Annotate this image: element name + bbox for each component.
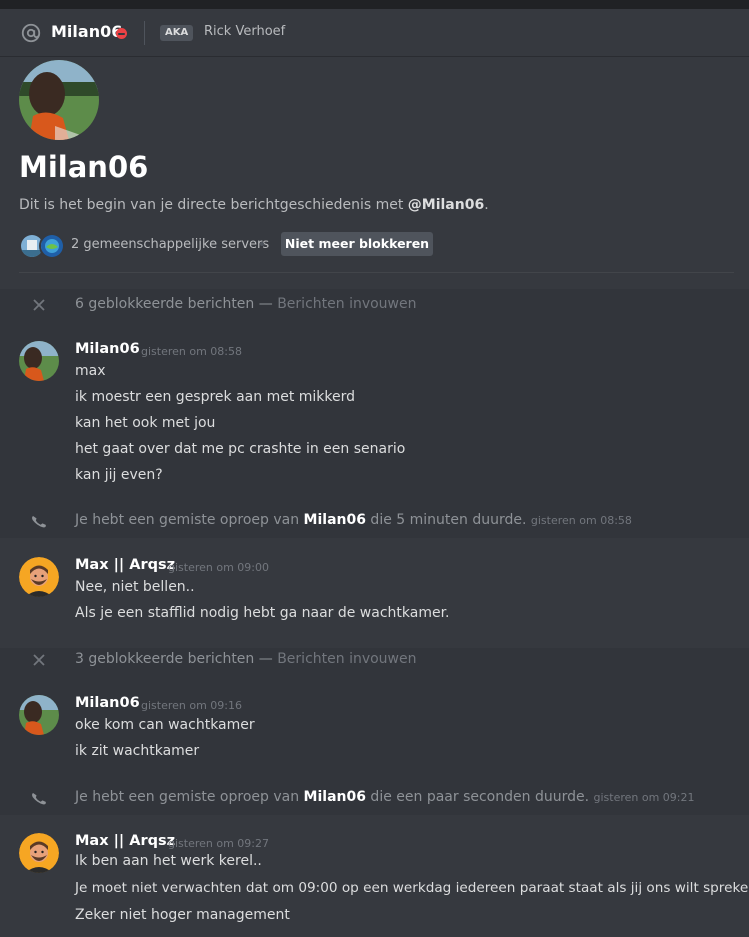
close-icon[interactable] xyxy=(32,653,46,667)
blocked-messages-row[interactable]: 6 geblokkeerde berichten — Berichten inv… xyxy=(0,290,749,320)
message-text: Als je een stafflid nodig hebt ga naar d… xyxy=(75,605,450,621)
message-group: Milan06 gisteren om 08:58 max ik moestr … xyxy=(0,335,749,495)
message-group: Max || Arqsz gisteren om 09:27 Ik ben aa… xyxy=(0,827,749,937)
unblock-button[interactable]: Niet meer blokkeren xyxy=(281,232,433,256)
message-text: ik moestr een gesprek aan met mikkerd xyxy=(75,389,356,405)
avatar[interactable] xyxy=(19,833,59,873)
message-text: het gaat over dat me pc crashte in een s… xyxy=(75,441,406,457)
call-timestamp: gisteren om 08:58 xyxy=(530,514,632,527)
intro-description: Dit is het begin van je directe berichtg… xyxy=(19,197,489,213)
close-icon[interactable] xyxy=(32,298,46,312)
message-author[interactable]: Max || Arqsz xyxy=(75,833,175,849)
dot-separator xyxy=(260,242,264,246)
message-text: oke kom can wachtkamer xyxy=(75,717,255,733)
call-prefix: Je hebt een gemiste oproep van xyxy=(75,789,304,805)
message-text: kan het ook met jou xyxy=(75,415,216,431)
message-group: Max || Arqsz gisteren om 09:00 Nee, niet… xyxy=(0,551,749,641)
server-icon[interactable] xyxy=(39,233,65,259)
message-timestamp: gisteren om 09:16 xyxy=(141,699,243,712)
intro-mention[interactable]: @Milan06 xyxy=(408,197,484,213)
aka-name: Rick Verhoef xyxy=(204,24,286,39)
phone-missed-icon xyxy=(32,515,46,528)
message-timestamp: gisteren om 09:00 xyxy=(168,561,270,574)
missed-call-text: Je hebt een gemiste oproep van Milan06 d… xyxy=(75,789,695,805)
header-username[interactable]: Milan06 xyxy=(51,22,122,41)
mutual-server-icons[interactable] xyxy=(19,233,65,259)
intro-desc-suffix: . xyxy=(484,197,489,213)
call-suffix: die 5 minuten duurde. xyxy=(365,512,527,528)
intro-divider xyxy=(19,272,734,273)
blocked-messages-text: 6 geblokkeerde berichten — Berichten inv… xyxy=(75,296,417,312)
call-user[interactable]: Milan06 xyxy=(304,789,366,805)
mutual-servers-text[interactable]: 2 gemeenschappelijke servers xyxy=(71,237,269,252)
avatar[interactable] xyxy=(19,341,59,381)
message-text: kan jij even? xyxy=(75,467,163,483)
message-timestamp: gisteren om 09:27 xyxy=(168,837,270,850)
call-timestamp: gisteren om 09:21 xyxy=(593,791,695,804)
profile-avatar[interactable] xyxy=(19,60,99,140)
message-author[interactable]: Max || Arqsz xyxy=(75,557,175,573)
message-text: max xyxy=(75,363,106,379)
avatar[interactable] xyxy=(19,557,59,597)
avatar[interactable] xyxy=(19,695,59,735)
call-suffix: die een paar seconden duurde. xyxy=(365,789,590,805)
message-author[interactable]: Milan06 xyxy=(75,695,140,711)
intro-title: Milan06 xyxy=(19,150,149,184)
message-timestamp: gisteren om 08:58 xyxy=(141,345,243,358)
collapse-link[interactable]: Berichten invouwen xyxy=(277,296,416,312)
call-user[interactable]: Milan06 xyxy=(304,512,366,528)
blocked-messages-text: 3 geblokkeerde berichten — Berichten inv… xyxy=(75,651,417,667)
blocked-count: 6 geblokkeerde berichten — xyxy=(75,296,278,312)
call-prefix: Je hebt een gemiste oproep van xyxy=(75,512,304,528)
status-dnd-icon xyxy=(116,28,127,39)
aka-badge: AKA xyxy=(160,25,194,41)
message-text: Zeker niet hoger management xyxy=(75,907,290,923)
message-text: Je moet niet verwachten dat om 09:00 op … xyxy=(75,880,749,896)
missed-call-text: Je hebt een gemiste oproep van Milan06 d… xyxy=(75,512,632,528)
missed-call-row: Je hebt een gemiste oproep van Milan06 d… xyxy=(0,783,749,813)
blocked-count: 3 geblokkeerde berichten — xyxy=(75,651,278,667)
message-text: Nee, niet bellen.. xyxy=(75,579,195,595)
header-divider xyxy=(144,21,145,45)
missed-call-row: Je hebt een gemiste oproep van Milan06 d… xyxy=(0,506,749,536)
window-top-strip xyxy=(0,0,749,9)
message-group: Milan06 gisteren om 09:16 oke kom can wa… xyxy=(0,689,749,769)
at-icon xyxy=(21,23,41,43)
phone-missed-icon xyxy=(32,792,46,805)
message-text: ik zit wachtkamer xyxy=(75,743,200,759)
message-author[interactable]: Milan06 xyxy=(75,341,140,357)
intro-desc-text: Dit is het begin van je directe berichtg… xyxy=(19,197,408,213)
blocked-messages-row[interactable]: 3 geblokkeerde berichten — Berichten inv… xyxy=(0,645,749,675)
dm-header: Milan06 AKA Rick Verhoef xyxy=(0,9,749,57)
message-text: Ik ben aan het werk kerel.. xyxy=(75,853,262,869)
collapse-link[interactable]: Berichten invouwen xyxy=(277,651,416,667)
